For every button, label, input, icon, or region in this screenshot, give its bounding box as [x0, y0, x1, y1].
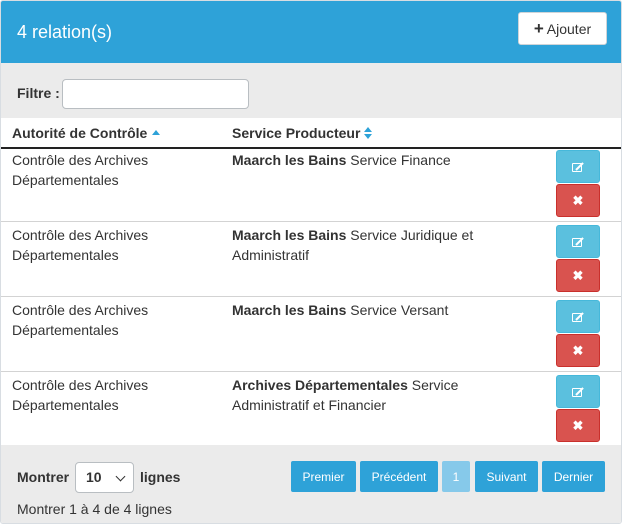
- edit-button[interactable]: [556, 150, 600, 183]
- producer-service-continued: Administratif: [232, 247, 310, 263]
- lines-label: lignes: [140, 469, 181, 485]
- authority-line: Départementales: [12, 247, 119, 263]
- producer-cell: Maarch les Bains Service Finance: [232, 150, 532, 170]
- sort-ascending-icon: [152, 130, 161, 135]
- pagination-next[interactable]: Suivant: [475, 461, 538, 492]
- producer-cell: Maarch les Bains Service Juridique et Ad…: [232, 225, 532, 265]
- plus-icon: +: [533, 18, 544, 38]
- row-divider: [1, 371, 621, 372]
- producer-org: Maarch les Bains: [232, 302, 347, 318]
- panel-header: 4 relation(s) + Ajouter: [1, 1, 621, 63]
- producer-service-continued: Administratif et Financier: [232, 397, 387, 413]
- authority-line: Départementales: [12, 322, 119, 338]
- chevron-down-icon: [115, 471, 126, 482]
- times-icon: ✖: [572, 192, 584, 208]
- authority-line: Contrôle des Archives: [12, 377, 149, 393]
- panel-title: 4 relation(s): [17, 22, 113, 42]
- pagination-first[interactable]: Premier: [291, 461, 356, 492]
- column-header-producer[interactable]: Service Producteur: [232, 125, 373, 141]
- pagination-current-page[interactable]: 1: [442, 461, 470, 492]
- column-header-authority[interactable]: Autorité de Contrôle: [12, 125, 161, 141]
- delete-button[interactable]: ✖: [556, 259, 600, 292]
- producer-org: Maarch les Bains: [232, 227, 347, 243]
- authority-line: Contrôle des Archives: [12, 152, 149, 168]
- edit-icon: [572, 161, 584, 172]
- authority-cell: Contrôle des Archives Départementales: [12, 375, 212, 415]
- producer-org: Maarch les Bains: [232, 152, 347, 168]
- add-button-label: Ajouter: [546, 20, 592, 37]
- producer-cell: Archives Départementales Service Adminis…: [232, 375, 532, 415]
- table-header-divider: [1, 147, 621, 149]
- authority-cell: Contrôle des Archives Départementales: [12, 150, 212, 190]
- delete-button[interactable]: ✖: [556, 334, 600, 367]
- producer-service: Service Juridique et: [350, 227, 474, 243]
- authority-cell: Contrôle des Archives Départementales: [12, 300, 212, 340]
- delete-button[interactable]: ✖: [556, 184, 600, 217]
- authority-cell: Contrôle des Archives Départementales: [12, 225, 212, 265]
- row-divider: [1, 221, 621, 222]
- authority-line: Départementales: [12, 172, 119, 188]
- producer-service: Service: [411, 377, 459, 393]
- edit-button[interactable]: [556, 375, 600, 408]
- pagination-previous[interactable]: Précédent: [360, 461, 438, 492]
- edit-button[interactable]: [556, 225, 600, 258]
- relations-panel: 4 relation(s) + Ajouter Filtre : Autorit…: [0, 0, 622, 524]
- page-size-value: 10: [86, 469, 102, 485]
- edit-icon: [572, 311, 584, 322]
- sort-both-icon: [364, 127, 373, 139]
- times-icon: ✖: [572, 267, 584, 283]
- times-icon: ✖: [572, 342, 584, 358]
- edit-icon: [572, 386, 584, 397]
- pagination-last[interactable]: Dernier: [542, 461, 605, 492]
- column-header-authority-label: Autorité de Contrôle: [12, 125, 148, 141]
- times-icon: ✖: [572, 417, 584, 433]
- edit-icon: [572, 236, 584, 247]
- delete-button[interactable]: ✖: [556, 409, 600, 442]
- producer-cell: Maarch les Bains Service Versant: [232, 300, 532, 320]
- row-divider: [1, 296, 621, 297]
- producer-service: Service Versant: [350, 302, 449, 318]
- column-header-producer-label: Service Producteur: [232, 125, 361, 141]
- filter-label: Filtre :: [17, 85, 60, 101]
- producer-service: Service Finance: [350, 152, 451, 168]
- show-label: Montrer: [17, 469, 70, 485]
- edit-button[interactable]: [556, 300, 600, 333]
- producer-org: Archives Départementales: [232, 377, 408, 393]
- filter-input[interactable]: [62, 79, 249, 109]
- table-info: Montrer 1 à 4 de 4 lignes: [17, 501, 172, 517]
- add-button[interactable]: + Ajouter: [518, 12, 607, 45]
- authority-line: Départementales: [12, 397, 119, 413]
- page-size-select[interactable]: 10: [75, 462, 134, 493]
- authority-line: Contrôle des Archives: [12, 227, 149, 243]
- authority-line: Contrôle des Archives: [12, 302, 149, 318]
